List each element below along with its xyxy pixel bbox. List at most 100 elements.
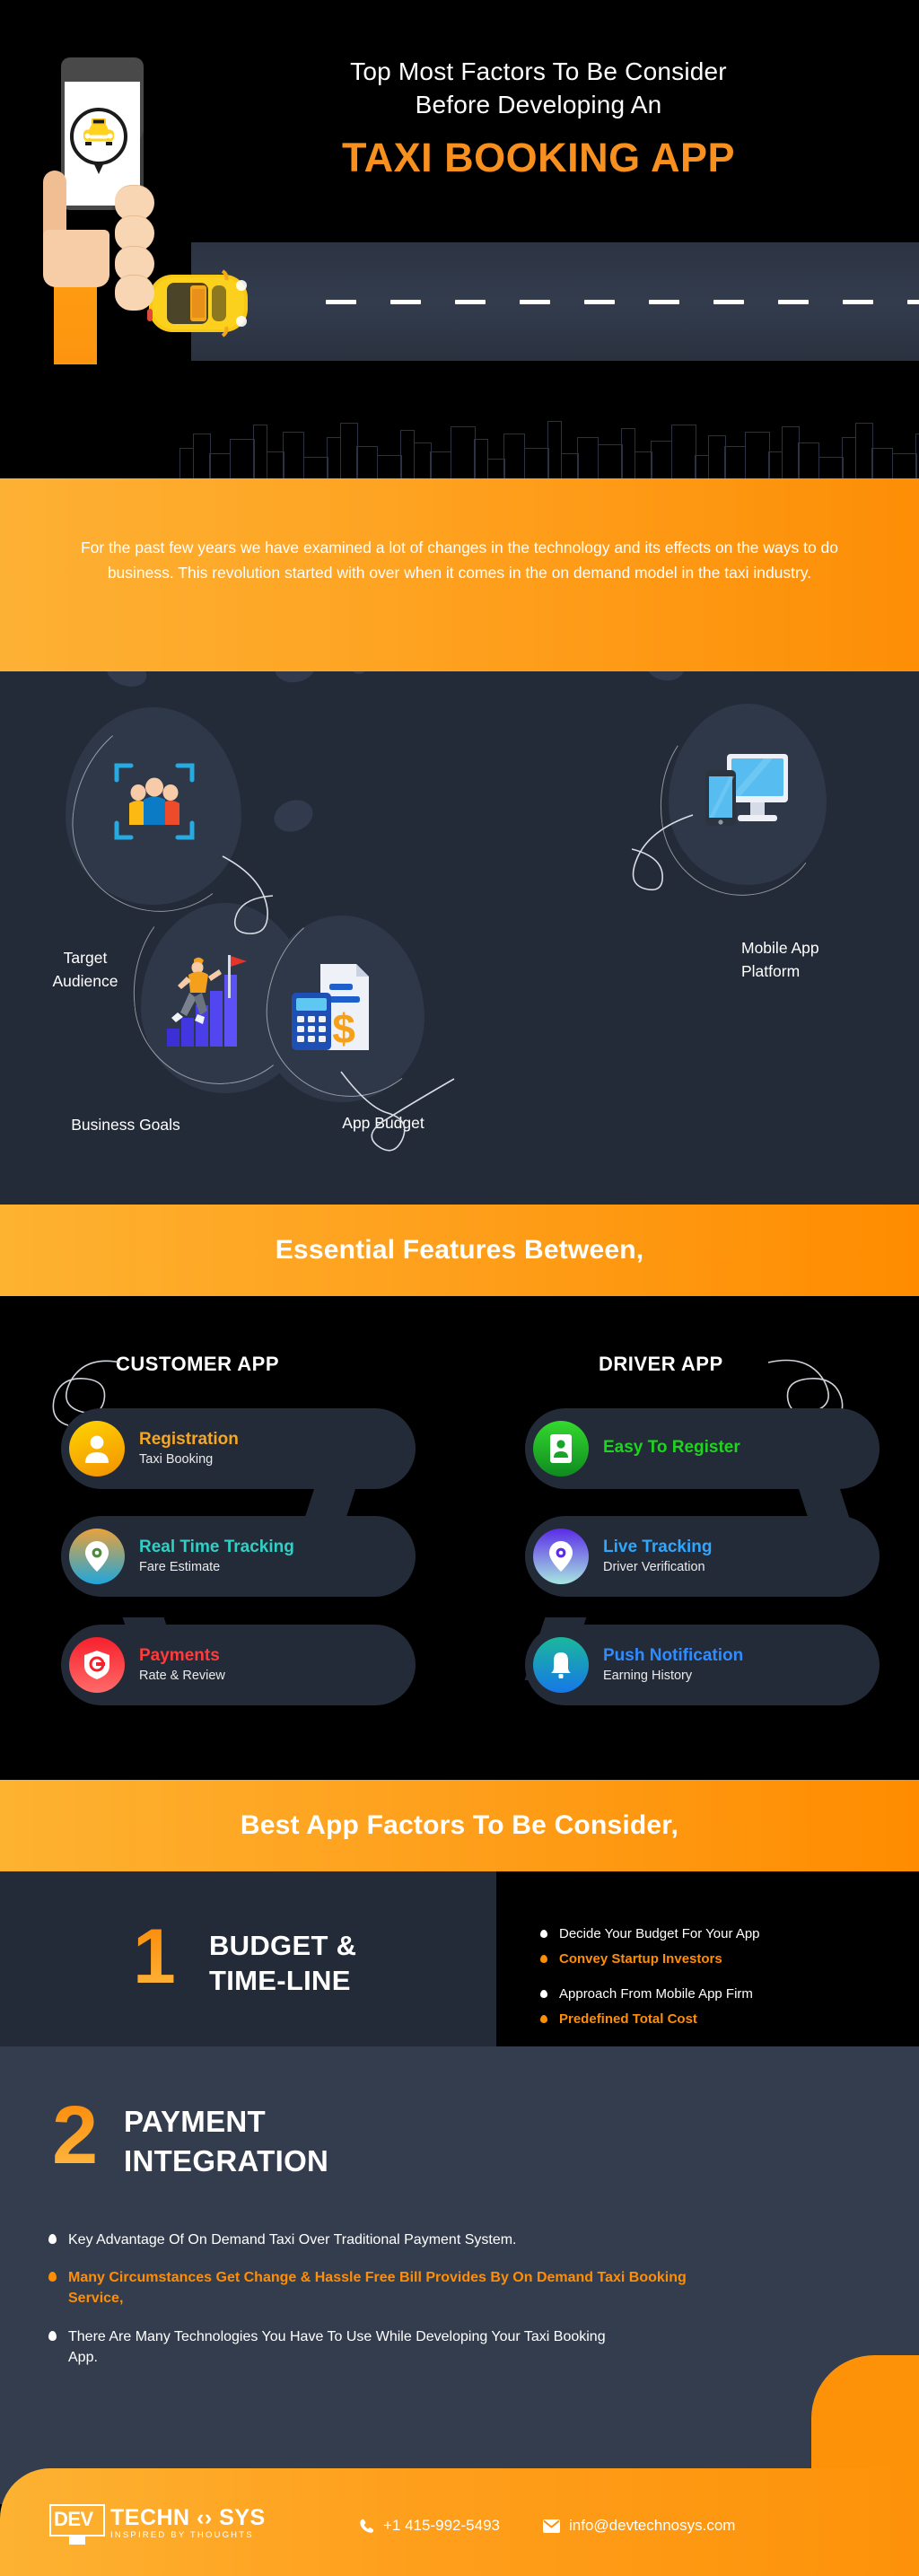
- bubble-label-mobile-app-platform: Mobile App Platform: [741, 939, 819, 981]
- monitor-stand-icon: [69, 2537, 85, 2545]
- envelope-icon: [543, 2519, 560, 2533]
- target-audience-icon: [114, 763, 195, 840]
- road-graphic: [191, 242, 919, 361]
- card-title: Registration: [139, 1429, 239, 1449]
- customer-card-real-time-tracking[interactable]: Real Time Tracking Fare Estimate: [61, 1516, 416, 1597]
- skyline-building: [413, 442, 432, 478]
- road-dash: [713, 300, 744, 304]
- infographic-page: Top Most Factors To Be Consider Before D…: [0, 0, 919, 2576]
- skyline-building: [283, 432, 304, 478]
- budget-bullet-4: Predefined Total Cost: [540, 2011, 899, 2028]
- intro-paragraph: For the past few years we have examined …: [80, 539, 839, 583]
- card-title: Payments: [139, 1645, 220, 1665]
- budget-bullet-2: Convey Startup Investors: [540, 1950, 899, 1968]
- logo-dev-text: DEV: [54, 2508, 93, 2530]
- budget-bullet-3: Approach From Mobile App Firm: [540, 1985, 899, 2003]
- skyline-building: [724, 446, 746, 478]
- skyline-building: [356, 446, 378, 478]
- bullet-dot: [540, 2014, 547, 2023]
- finger-4: [115, 275, 154, 311]
- app-budget-icon: $: [292, 964, 369, 1052]
- budget-heading: BUDGET & TIME-LINE: [209, 1930, 357, 1996]
- skyline-building: [486, 459, 505, 478]
- customer-card-registration[interactable]: Registration Taxi Booking: [61, 1408, 416, 1489]
- driver-card-live-tracking[interactable]: Live Tracking Driver Verification: [525, 1516, 880, 1597]
- card-subtitle: Rate & Review: [139, 1669, 225, 1684]
- business-goals-icon: [167, 955, 247, 1047]
- footer-section: DEV TECHN ‹› SYS INSPIRED BY THOUGHTS +1…: [0, 2468, 919, 2576]
- logo-tagline: INSPIRED BY THOUGHTS: [110, 2530, 254, 2540]
- bullet-dot: [540, 1930, 547, 1938]
- hero-section: Top Most Factors To Be Consider Before D…: [0, 0, 919, 478]
- essential-features-band: Essential Features Between,: [0, 1205, 919, 1296]
- skyline-building: [707, 435, 726, 478]
- squiggle-connector-2: [340, 1071, 455, 1152]
- analyse-section: Target Audience Business Goals $ App Bud…: [0, 671, 919, 1205]
- bullet-dot: [540, 1955, 547, 1964]
- features-section: CUSTOMER APP DRIVER APP Registration Tax…: [0, 1296, 919, 1770]
- phone-in-hand-graphic: [34, 54, 214, 364]
- payment-heading: PAYMENT INTEGRATION: [124, 2105, 329, 2177]
- budget-bullet-1: Decide Your Budget For Your App: [540, 1925, 899, 1943]
- skyline-building: [781, 426, 800, 478]
- payment-bullet-2: Many Circumstances Get Change & Hassle F…: [45, 2267, 700, 2309]
- decor-blob-3: [353, 671, 365, 674]
- road-dash: [390, 300, 421, 304]
- driver-card-easy-to-register[interactable]: Easy To Register: [525, 1408, 880, 1489]
- driver-app-column-title: DRIVER APP: [599, 1353, 723, 1375]
- budget-timeline-section: 1 BUDGET & TIME-LINE Decide Your Budget …: [0, 1871, 919, 2046]
- road-dash: [907, 300, 919, 304]
- hero-headline: TAXI BOOKING APP: [341, 135, 736, 180]
- factor-number-1: 1: [133, 1914, 176, 2000]
- squiggle-connector-1: [222, 855, 274, 934]
- decor-blob-4: [643, 671, 687, 685]
- skyline-building: [503, 434, 525, 478]
- card-subtitle: Driver Verification: [603, 1560, 705, 1575]
- road-dash: [520, 300, 550, 304]
- driver-card-push-notification[interactable]: Push Notification Earning History: [525, 1625, 880, 1705]
- skyline-building: [798, 442, 819, 478]
- road-dash: [649, 300, 679, 304]
- card-subtitle: Taxi Booking: [139, 1452, 214, 1468]
- card-title: Easy To Register: [603, 1438, 740, 1458]
- card-title: Real Time Tracking: [139, 1537, 294, 1556]
- phone-icon: [359, 2519, 374, 2534]
- mobile-app-platform-icon: [705, 754, 788, 826]
- skyline-building: [634, 451, 652, 478]
- decor-blob-5: [269, 794, 318, 837]
- skyline-building: [871, 448, 893, 478]
- payment-bullet-1: Key Advantage Of On Demand Taxi Over Tra…: [45, 2230, 844, 2250]
- best-app-factors-title: Best App Factors To Be Consider,: [240, 1810, 679, 1840]
- card-title: Push Notification: [603, 1645, 744, 1665]
- location-pin-icon: [69, 1529, 125, 1584]
- logo-wordmark: TECHN ‹› SYS: [110, 2505, 266, 2530]
- customer-card-payments[interactable]: Payments Rate & Review: [61, 1625, 416, 1705]
- payment-bullet-3: There Are Many Technologies You Have To …: [45, 2326, 637, 2368]
- footer-phone-text: +1 415-992-5493: [383, 2517, 500, 2534]
- taxi-pin-icon: [70, 108, 127, 180]
- decor-blob-2: [271, 671, 319, 687]
- road-dash: [843, 300, 873, 304]
- payment-bullet-list: Key Advantage Of On Demand Taxi Over Tra…: [45, 2230, 844, 2385]
- bullet-dot: [48, 2234, 57, 2244]
- skyline-building: [523, 448, 549, 478]
- card-subtitle: Fare Estimate: [139, 1560, 221, 1575]
- skyline-building: [670, 425, 696, 478]
- budget-bullet-list: Decide Your Budget For Your App Convey S…: [540, 1925, 899, 2036]
- taxi-front-icon: [83, 118, 114, 145]
- skyline-building: [915, 434, 919, 478]
- user-icon: [69, 1421, 125, 1476]
- footer-email[interactable]: info@devtechnosys.com: [543, 2517, 735, 2535]
- bell-icon: [533, 1637, 589, 1693]
- id-card-icon: [533, 1421, 589, 1476]
- footer-phone[interactable]: +1 415-992-5493: [359, 2517, 500, 2535]
- road-dashes: [191, 300, 919, 304]
- payment-integration-section: 2 PAYMENT INTEGRATION Key Advantage Of O…: [0, 2046, 919, 2504]
- payment-shield-icon: [69, 1637, 125, 1693]
- skyline-building: [192, 434, 211, 478]
- road-dash: [778, 300, 809, 304]
- hero-title: Top Most Factors To Be Consider Before D…: [269, 56, 808, 122]
- decor-blob-1: [102, 671, 151, 692]
- card-subtitle: Earning History: [603, 1669, 693, 1684]
- skyline-building: [266, 451, 284, 478]
